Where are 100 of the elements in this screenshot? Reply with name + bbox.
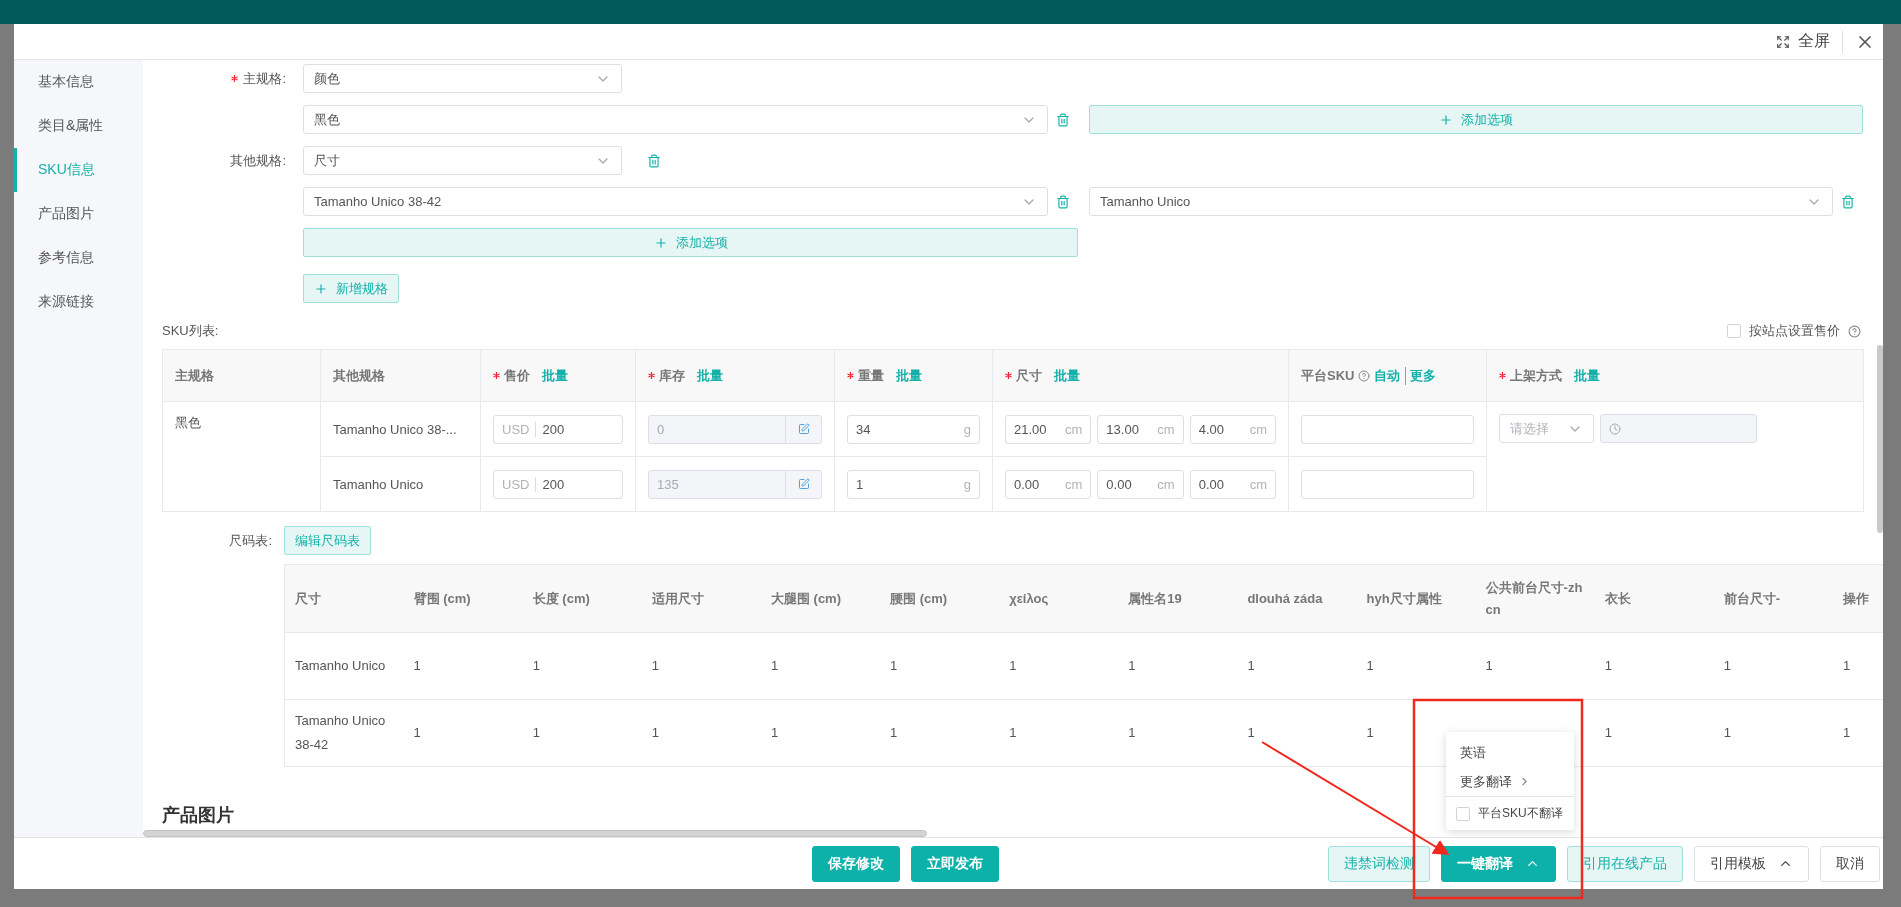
- column-header: 长度 (cm): [532, 590, 590, 606]
- table-cell: 1: [651, 658, 660, 673]
- table-cell: 1: [532, 725, 540, 740]
- sku-field[interactable]: [1301, 414, 1474, 444]
- table-cell: Tamanho Unico 38-...: [333, 421, 457, 437]
- price-field[interactable]: USD 200: [493, 414, 623, 444]
- column-header: 重量: [858, 366, 884, 385]
- trash-icon: [1056, 112, 1070, 127]
- table-cell: 1: [1366, 658, 1374, 673]
- trash-icon: [1056, 194, 1070, 209]
- table-cell: 1: [890, 725, 898, 740]
- table-cell: 1: [1842, 725, 1851, 740]
- table-cell: Tamanho Unico: [295, 658, 386, 673]
- table-cell: 1: [890, 658, 898, 673]
- table-cell: 1: [1009, 658, 1017, 673]
- spec-select[interactable]: 尺寸: [303, 146, 622, 175]
- table-cell: 1: [1247, 725, 1255, 740]
- option-select[interactable]: 黑色: [303, 105, 1048, 134]
- spec-select[interactable]: 颜色: [303, 64, 622, 93]
- column-header: hyh尺寸属性: [1366, 590, 1442, 606]
- table-cell: 1: [1128, 658, 1136, 673]
- field-label: 尺码表:: [228, 531, 272, 550]
- table-cell: 1: [532, 658, 540, 673]
- column-header: 主规格: [175, 366, 214, 385]
- column-header: 库存: [659, 366, 685, 385]
- column-header: 大腿围 (cm): [770, 590, 841, 606]
- table-cell: Tamanho Unico: [333, 476, 424, 492]
- dimension-field[interactable]: 4.00 cm: [1189, 414, 1276, 444]
- column-header: 衣长: [1604, 590, 1631, 606]
- menu-item[interactable]: 英语: [1446, 738, 1574, 767]
- sidebar-item[interactable]: 产品图片: [14, 192, 143, 236]
- sidebar-item[interactable]: 类目&属性: [14, 104, 143, 148]
- column-header: 属性名19: [1128, 590, 1182, 606]
- option-select[interactable]: Tamanho Unico: [1089, 187, 1833, 216]
- checkbox[interactable]: [1727, 324, 1741, 338]
- fullscreen-icon[interactable]: [1776, 34, 1790, 49]
- dimension-field[interactable]: 0.00 cm: [1005, 469, 1092, 499]
- column-header: 臂围 (cm): [413, 590, 471, 606]
- section-title: 产品图片: [162, 804, 234, 827]
- table-cell: 1: [1723, 658, 1732, 673]
- table-cell: 1: [1128, 725, 1136, 740]
- edit-icon: [797, 423, 810, 435]
- table-cell: 1: [651, 725, 660, 740]
- price-field[interactable]: USD 200: [493, 469, 623, 499]
- table-cell: 1: [1604, 658, 1612, 673]
- table-cell: 1: [1842, 658, 1851, 673]
- column-header: 尺寸: [295, 590, 321, 606]
- column-header: 平台SKU: [1301, 366, 1355, 385]
- field-label: 主规格:: [243, 69, 286, 88]
- plus-icon: [314, 281, 328, 296]
- column-header: dlouhá záda: [1247, 590, 1323, 606]
- table-cell: 1: [413, 725, 421, 740]
- sidebar-item[interactable]: 基本信息: [14, 60, 143, 104]
- table-cell: 1: [1604, 725, 1612, 740]
- table-cell: 1: [1485, 658, 1493, 673]
- sku-field[interactable]: [1301, 469, 1474, 499]
- table-cell: 1: [413, 658, 421, 673]
- clock-icon: [1609, 422, 1621, 435]
- sidebar-item[interactable]: 参考信息: [14, 236, 143, 280]
- edit-icon: [797, 478, 810, 490]
- help-icon: [1848, 324, 1861, 338]
- dimension-field[interactable]: 0.00 cm: [1097, 469, 1184, 499]
- table-cell: Tamanho Unico 38-42: [295, 713, 386, 752]
- trash-icon: [647, 153, 661, 168]
- trash-icon: [1841, 194, 1855, 209]
- column-header: 操作: [1842, 590, 1869, 606]
- column-header: 售价: [504, 366, 530, 385]
- column-header: 其他规格: [333, 366, 385, 385]
- option-select[interactable]: Tamanho Unico 38-42: [303, 187, 1048, 216]
- sidebar-item[interactable]: 来源链接: [14, 280, 143, 324]
- weight-field[interactable]: 1 g: [847, 469, 980, 499]
- table-cell: 1: [770, 658, 779, 673]
- scrollbar[interactable]: [1877, 345, 1883, 533]
- weight-field[interactable]: 34 g: [847, 414, 980, 444]
- column-header: 适用尺寸: [651, 590, 704, 606]
- footer-button[interactable]: 引用模板: [1694, 845, 1809, 882]
- plus-icon: [1439, 112, 1453, 127]
- table-cell: 1: [1247, 658, 1255, 673]
- column-header: χείλος: [1009, 590, 1049, 606]
- section-label: SKU列表:: [162, 322, 219, 340]
- column-header: 公共前台尺寸-zhcn: [1485, 579, 1583, 617]
- dimension-field[interactable]: 13.00 cm: [1097, 414, 1184, 444]
- scrollbar[interactable]: [143, 830, 927, 837]
- plus-icon: [653, 235, 668, 250]
- table-cell: 1: [1723, 725, 1732, 740]
- field-label: 其他规格:: [230, 151, 286, 170]
- menu-item[interactable]: 更多翻译: [1446, 767, 1574, 796]
- fullscreen-button[interactable]: 全屏: [1798, 31, 1830, 52]
- dimension-field[interactable]: 0.00 cm: [1189, 469, 1276, 499]
- checkbox-label: 按站点设置售价: [1749, 322, 1840, 340]
- table-cell: 1: [770, 725, 779, 740]
- column-header: 前台尺寸-: [1723, 590, 1781, 606]
- table-cell: 黑色: [175, 415, 201, 430]
- menu-option[interactable]: 平台SKU不翻译: [1446, 796, 1574, 830]
- dimension-field[interactable]: 21.00 cm: [1005, 414, 1092, 444]
- column-header: 上架方式: [1510, 366, 1562, 385]
- column-header: 尺寸: [1016, 366, 1042, 385]
- table-cell: 1: [1366, 725, 1374, 740]
- footer-button[interactable]: 取消: [1820, 845, 1880, 882]
- table-cell: 1: [1009, 725, 1017, 740]
